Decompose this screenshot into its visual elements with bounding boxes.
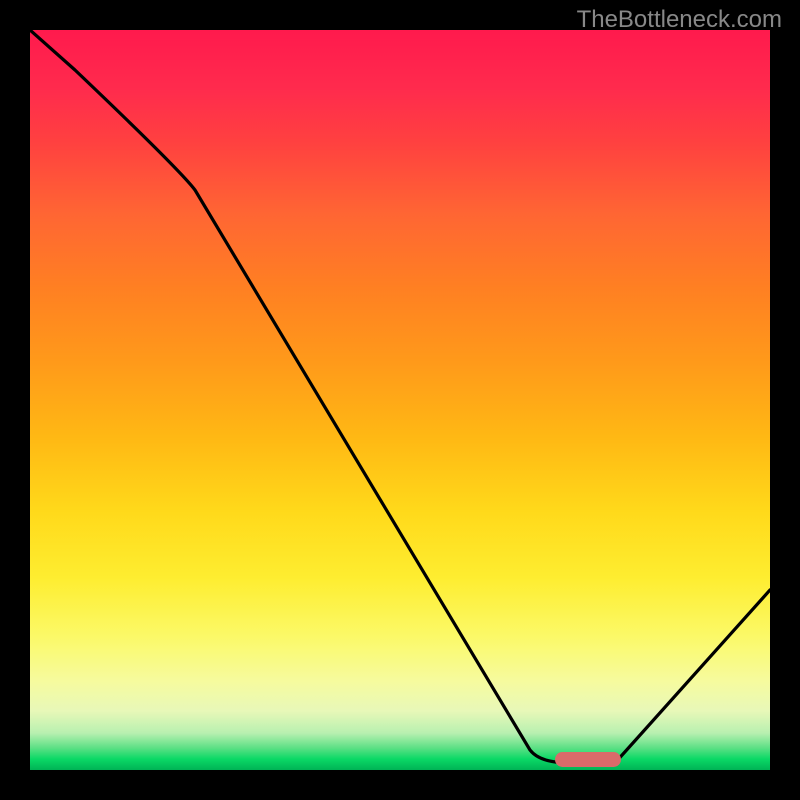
watermark-text: TheBottleneck.com (577, 6, 782, 34)
curve-path (30, 30, 770, 763)
optimal-range-marker (555, 752, 621, 767)
chart-plot-area (30, 30, 770, 770)
bottleneck-curve (30, 30, 770, 770)
